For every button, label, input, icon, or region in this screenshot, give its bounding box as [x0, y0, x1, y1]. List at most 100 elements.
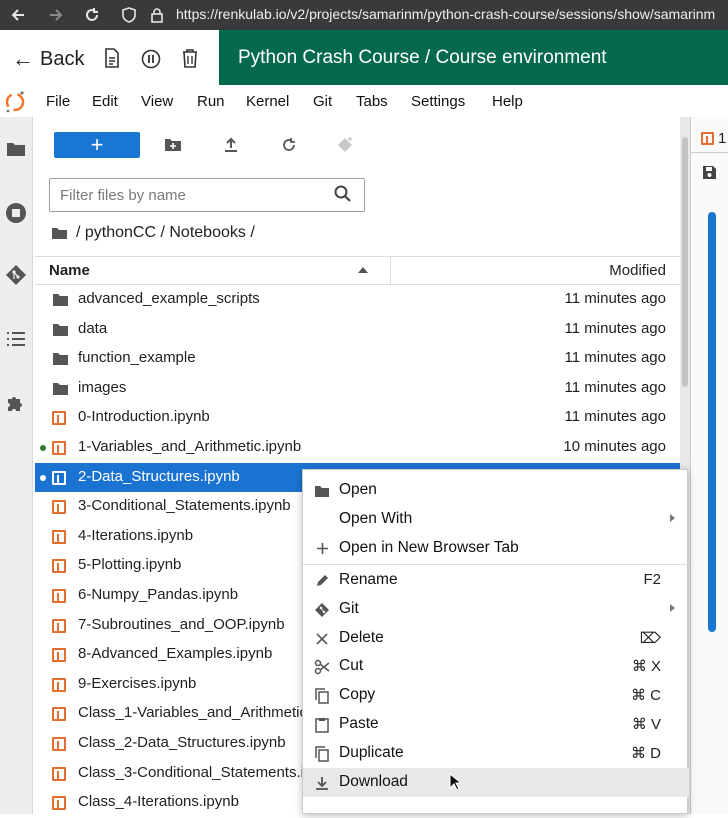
notebook-icon	[52, 766, 66, 781]
activity-sidebar	[0, 117, 33, 814]
new-folder-icon[interactable]	[162, 134, 184, 156]
breadcrumb: / pythonCC / Notebooks /	[51, 222, 255, 244]
notebook-icon	[52, 500, 66, 515]
context-menu-label: Git	[339, 599, 359, 617]
context-menu-item-open-in-new-browser-tab[interactable]: Open in New Browser Tab	[303, 534, 689, 563]
file-name: Class_2-Data_Structures.ipynb	[78, 734, 286, 751]
table-of-contents-icon[interactable]	[4, 327, 28, 351]
new-launcher-button[interactable]: +	[54, 132, 140, 158]
menu-help[interactable]: Help	[492, 93, 523, 110]
column-header-name[interactable]: Name	[49, 262, 90, 279]
context-menu-item-delete[interactable]: Delete ⌦	[303, 624, 689, 653]
menu-git[interactable]: Git	[313, 93, 332, 110]
file-name: 3-Conditional_Statements.ipynb	[78, 497, 291, 515]
file-row[interactable]: images 11 minutes ago	[35, 374, 680, 404]
copy-icon	[313, 687, 331, 705]
folder-icon	[52, 352, 68, 368]
jupyter-logo-icon	[4, 89, 26, 120]
running-sessions-icon[interactable]	[4, 201, 28, 225]
context-menu-shortcut: F2	[643, 570, 661, 588]
column-header-modified[interactable]: Modified	[609, 262, 666, 279]
folder-icon	[52, 382, 68, 398]
upload-icon[interactable]	[220, 134, 242, 156]
file-row[interactable]: data 11 minutes ago	[35, 315, 680, 345]
file-name: data	[78, 319, 108, 337]
editor-tab[interactable]: 1	[691, 125, 728, 153]
context-menu-label: Open in New Browser Tab	[339, 538, 519, 556]
menu-view[interactable]: View	[141, 93, 173, 110]
notebook-icon	[52, 589, 66, 603]
folder-icon[interactable]	[51, 227, 68, 240]
notebook-icon	[701, 132, 714, 145]
notebook-icon	[52, 707, 66, 722]
context-menu-item-download[interactable]: Download	[303, 768, 689, 797]
notebook-icon	[52, 737, 66, 751]
menu-run[interactable]: Run	[197, 93, 225, 110]
menu-tabs[interactable]: Tabs	[356, 93, 388, 110]
file-row[interactable]: advanced_example_scripts 11 minutes ago	[35, 285, 680, 315]
session-title-bar: Python Crash Course / Course environment	[219, 30, 728, 85]
menu-separator	[303, 563, 689, 565]
save-icon[interactable]	[702, 165, 717, 185]
context-menu-item-open[interactable]: Open	[303, 476, 689, 505]
file-name: 8-Advanced_Examples.ipynb	[78, 645, 273, 663]
file-row[interactable]: 0-Introduction.ipynb 11 minutes ago	[35, 403, 680, 433]
lock-icon[interactable]	[146, 0, 168, 30]
context-menu-item-copy[interactable]: Copy ⌘ C	[303, 681, 689, 710]
file-icon[interactable]	[104, 48, 120, 73]
context-menu-item-open-with[interactable]: Open With	[303, 505, 689, 534]
menu-edit[interactable]: Edit	[92, 93, 118, 110]
breadcrumb-path[interactable]: / pythonCC / Notebooks /	[76, 224, 255, 242]
context-menu-label: Download	[339, 773, 408, 790]
context-menu-label: Copy	[339, 686, 376, 704]
context-menu-label: Paste	[339, 715, 379, 733]
url-bar[interactable]: https://renkulab.io/v2/projects/samarinm…	[176, 6, 715, 22]
context-menu-item-git[interactable]: Git	[303, 595, 689, 624]
context-menu-label: Delete	[339, 628, 384, 646]
git-clone-icon[interactable]	[335, 134, 357, 156]
menu-file[interactable]: File	[46, 93, 70, 110]
context-menu-item-rename[interactable]: Rename F2	[303, 566, 689, 595]
file-row[interactable]: 1-Variables_and_Arithmetic.ipynb 10 minut…	[35, 433, 680, 463]
menu-kernel[interactable]: Kernel	[246, 93, 289, 110]
filter-files-input[interactable]: Filter files by name	[49, 178, 365, 212]
file-row[interactable]: function_example 11 minutes ago	[35, 344, 680, 374]
duplicate-icon	[313, 745, 331, 763]
notebook-icon	[52, 677, 66, 692]
plus-icon	[313, 540, 331, 558]
scrollbar-thumb[interactable]	[682, 137, 688, 387]
notebook-icon	[52, 796, 66, 811]
extensions-icon[interactable]	[4, 391, 28, 415]
file-name: 2-Data_Structures.ipynb	[78, 467, 240, 485]
context-menu-item-duplicate[interactable]: Duplicate ⌘ D	[303, 739, 689, 768]
file-modified: 11 minutes ago	[564, 349, 666, 367]
notebook-icon	[52, 529, 66, 544]
close-icon	[313, 630, 331, 648]
shield-icon[interactable]	[118, 0, 140, 30]
sort-ascending-icon[interactable]	[358, 267, 368, 273]
column-divider[interactable]	[390, 257, 391, 285]
menu-settings[interactable]: Settings	[411, 93, 465, 110]
file-name: 9-Exercises.ipynb	[78, 674, 197, 692]
file-name: advanced_example_scripts	[78, 290, 260, 307]
context-menu-item-cut[interactable]: Cut ⌘ X	[303, 652, 689, 681]
browser-back-icon[interactable]	[6, 0, 30, 30]
context-menu-label: Rename	[339, 570, 398, 588]
pause-icon[interactable]	[141, 49, 161, 74]
trash-icon[interactable]	[181, 48, 199, 73]
back-button[interactable]: ← Back	[12, 30, 84, 88]
file-name: 5-Plotting.ipynb	[78, 556, 182, 574]
refresh-icon[interactable]	[278, 134, 300, 156]
file-name: function_example	[78, 349, 196, 367]
git-icon[interactable]	[4, 263, 28, 287]
browser-toolbar: https://renkulab.io/v2/projects/samarinm…	[0, 0, 728, 30]
file-modified: 11 minutes ago	[564, 408, 666, 426]
context-menu-item-paste[interactable]: Paste ⌘ V	[303, 710, 689, 739]
browser-forward-icon[interactable]	[44, 0, 68, 30]
browser-reload-icon[interactable]	[80, 0, 104, 30]
arrow-left-icon: ←	[12, 46, 34, 71]
file-name: 7-Subroutines_and_OOP.ipynb	[78, 615, 285, 633]
folder-icon[interactable]	[4, 137, 28, 161]
folder-icon	[52, 293, 68, 309]
scissors-icon	[313, 658, 331, 676]
